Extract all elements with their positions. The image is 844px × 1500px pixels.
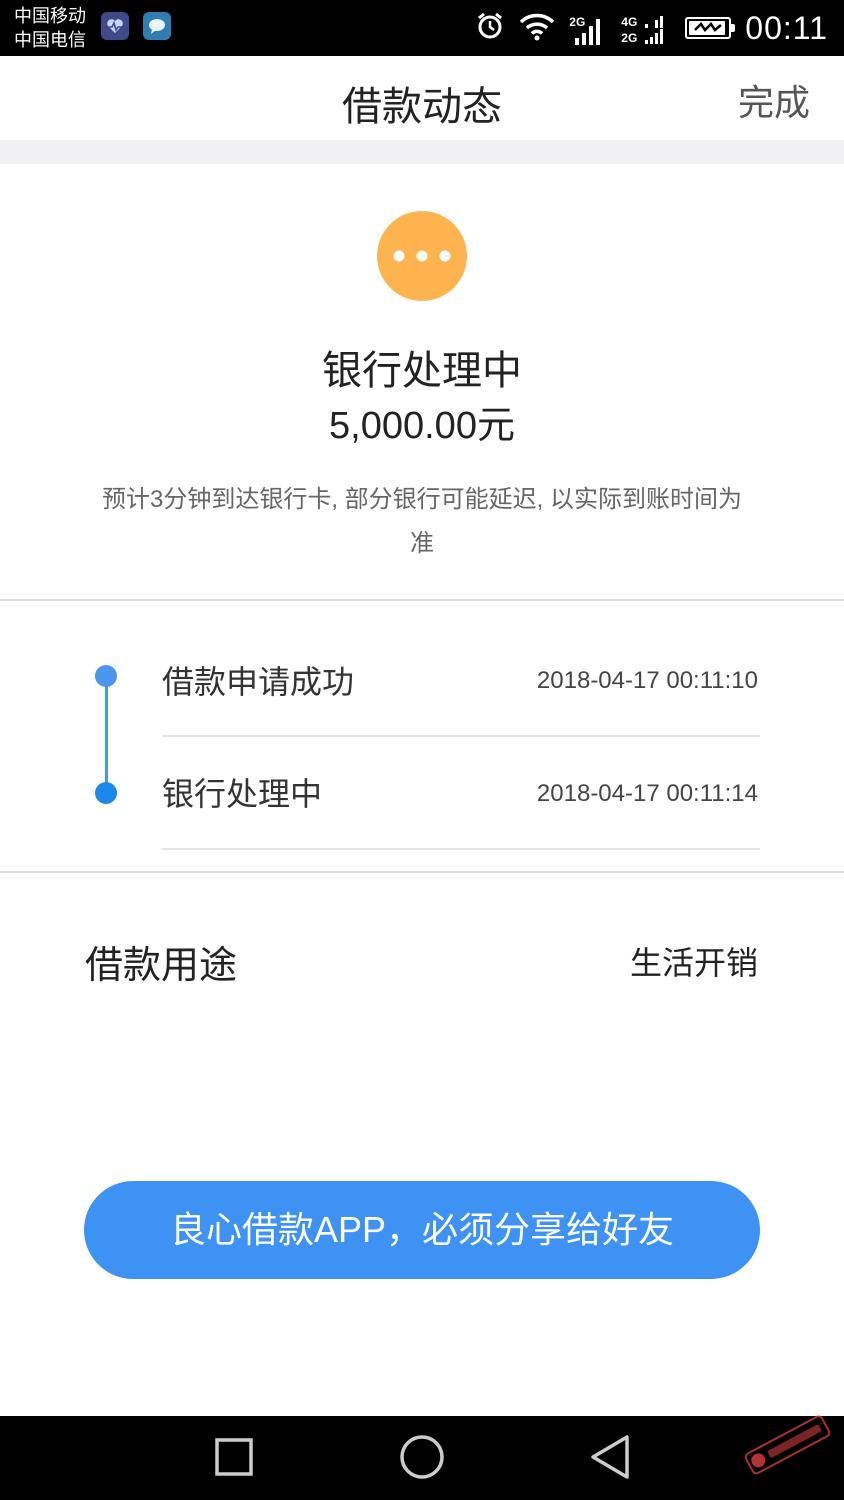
page-title: 借款动态 [342,85,502,129]
watermark-logo [740,1412,834,1476]
navigation-bar [0,1416,844,1500]
battery-charging-icon [685,17,736,39]
arrival-note: 预计3分钟到达银行卡, 部分银行可能延迟, 以实际到账时间为准 [101,486,743,557]
alarm-icon [475,11,505,46]
timeline-line [105,676,108,794]
purpose-label: 借款用途 [85,945,238,987]
carrier-1: 中国移动 [14,6,86,26]
divider [0,599,844,601]
timeline-item-label: 银行处理中 [162,776,323,812]
signal-icon: 2G [569,8,607,48]
carrier-2: 中国电信 [14,30,86,50]
loan-amount: 5,000.00元 [329,405,515,447]
timeline-item-time: 2018-04-17 00:11:10 [536,667,758,694]
clock: 00:11 [745,9,828,46]
done-button[interactable]: 完成 [738,74,810,126]
timeline-dot [95,782,117,804]
back-triangle-icon[interactable] [550,1416,670,1500]
message-app-icon [143,12,171,40]
wifi-icon [519,11,555,46]
ellipsis-pending-icon [377,211,467,301]
recents-square-icon[interactable] [174,1416,294,1500]
header: 借款动态 完成 [0,56,844,140]
divider [162,735,760,737]
purpose-value: 生活开销 [629,945,758,981]
share-button[interactable]: 良心借款APP，必须分享给好友 [84,1181,760,1279]
signal-icon: 4G 2G [621,8,671,48]
divider [0,871,844,873]
timeline-dot [95,665,117,687]
divider [162,848,760,850]
status-title: 银行处理中 [322,349,522,393]
section-gap [0,140,844,164]
timeline-item-time: 2018-04-17 00:11:14 [536,780,758,807]
carrier-names: 中国移动 中国电信 [14,4,86,52]
status-bar: 中国移动 中国电信 2G 4G 2G 00:11 [0,0,844,56]
health-app-icon [101,12,129,40]
home-circle-icon[interactable] [362,1416,482,1500]
timeline-item-label: 借款申请成功 [162,664,355,700]
